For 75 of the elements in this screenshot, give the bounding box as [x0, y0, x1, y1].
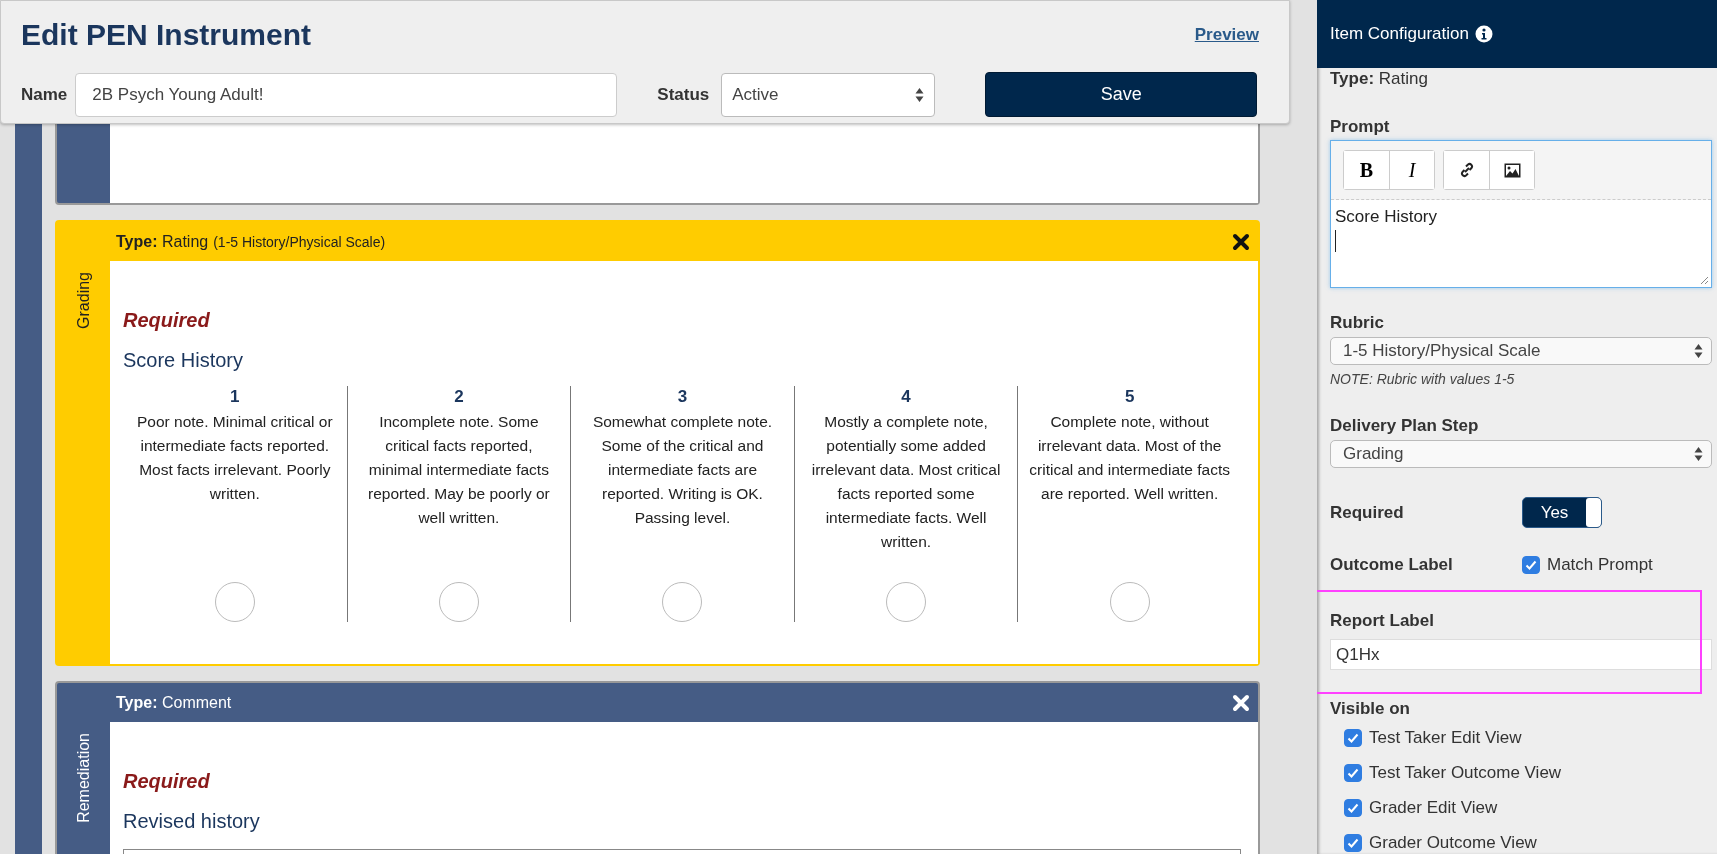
field-label: Status [657, 84, 710, 105]
updown-caret-icon [1694, 446, 1703, 462]
check-icon [1524, 558, 1538, 572]
info-icon [1474, 25, 1493, 43]
field-label: Delivery Plan Step [1330, 415, 1480, 437]
report-label-field[interactable]: Q1Hx [1330, 639, 1712, 670]
item-card[interactable] [55, 220, 1260, 666]
required-toggle[interactable]: Yes [1522, 497, 1602, 528]
field-label: Report Label [1330, 610, 1435, 632]
scale-description: Complete note, without irrelevant data. Most of the critical and intermediate facts are reported. Well written. [1028, 412, 1231, 504]
updown-caret-icon [1694, 343, 1703, 359]
field-label: Rubric [1330, 312, 1385, 334]
name-field[interactable]: 2B Psych Young Adult! [75, 72, 618, 117]
close-icon [1232, 693, 1250, 712]
rubric-name: (1-5 History/Physical Scale) [213, 233, 386, 250]
checkbox-label: Grader Outcome View [1369, 832, 1537, 853]
panel-title: Item Configuration [1330, 24, 1469, 44]
toggle-knob [1586, 498, 1601, 527]
scale-value: 1 [230, 386, 240, 408]
checkbox[interactable] [1522, 556, 1540, 574]
text-cursor [1335, 230, 1336, 252]
item-prompt: Revised history [123, 809, 261, 834]
radio-button[interactable] [438, 582, 479, 622]
preview-link[interactable]: Preview [1194, 25, 1259, 45]
close-icon [1232, 232, 1250, 251]
item-type: Type: Rating [116, 232, 209, 251]
link-icon [1458, 162, 1475, 178]
required-label: Required [123, 308, 211, 333]
italic-button[interactable]: I [1389, 151, 1434, 189]
checkbox-label: Test Taker Edit View [1369, 727, 1522, 748]
step-label: Grading [73, 272, 93, 329]
radio-button[interactable] [1109, 582, 1150, 622]
scale-value: 2 [454, 386, 464, 408]
step-label: Remediation [73, 733, 93, 823]
item-card[interactable]: Remediation Type: Comment Required Revised history [55, 681, 1260, 854]
field-label: Required [1330, 501, 1405, 524]
field-label: Outcome Label [1330, 554, 1454, 576]
radio-button[interactable] [662, 582, 703, 622]
scale-description: Incomplete note. Some critical facts reported, minimal intermediate facts reported. May be poorly or well written. [367, 412, 551, 528]
image-icon [1503, 162, 1521, 178]
item-type: Type: Comment [116, 693, 232, 712]
updown-caret-icon [915, 86, 925, 103]
rubric-note: NOTE: Rubric with values 1-5 [1330, 370, 1516, 389]
checkbox-label: Test Taker Outcome View [1369, 762, 1562, 783]
radio-button[interactable] [886, 582, 927, 622]
checkbox[interactable] [1344, 833, 1362, 852]
checkbox[interactable] [1344, 728, 1362, 747]
scale-description: Somewhat complete note. Some of the critical and intermediate facts are reported. Writing is OK. Passing level. [591, 412, 774, 528]
rubric-select[interactable]: 1-5 History/Physical Scale [1330, 337, 1712, 365]
item-prompt: Score History [123, 348, 245, 373]
scale-value: 3 [677, 386, 688, 408]
item-card[interactable] [55, 124, 1260, 205]
checkbox[interactable] [1344, 798, 1362, 817]
prompt-text: Score History [1335, 206, 1439, 228]
item-type: Type: Rating [1330, 68, 1429, 90]
save-button[interactable]: Save [985, 72, 1258, 117]
status-select[interactable]: Active [721, 72, 936, 117]
checkbox-label: Grader Edit View [1369, 797, 1498, 818]
scale-description: Poor note. Minimal critical or intermediate facts reported. Most facts irrelevant. Poorly written. [136, 412, 334, 504]
checkbox[interactable] [1344, 763, 1362, 782]
checkbox-label: Match Prompt [1547, 555, 1653, 575]
prompt-editor[interactable]: B I Score History [1330, 140, 1712, 288]
image-button[interactable] [1489, 151, 1534, 189]
scale-value: 5 [1124, 386, 1135, 408]
resize-grip-icon [1699, 275, 1709, 285]
delivery-step-select[interactable]: Grading [1330, 440, 1712, 468]
page-title: Edit PEN Instrument [21, 17, 312, 53]
required-label: Required [123, 769, 211, 794]
close-button[interactable] [1232, 232, 1250, 251]
field-label: Name [21, 84, 68, 105]
field-label: Visible on [1330, 698, 1411, 720]
scale-value: 4 [901, 386, 911, 408]
radio-button[interactable] [214, 582, 255, 622]
field-label: Prompt [1330, 116, 1391, 138]
scale-description: Mostly a complete note, potentially some added irrelevant data. Most critical facts reported some intermediate facts. Well written. [810, 412, 1002, 552]
